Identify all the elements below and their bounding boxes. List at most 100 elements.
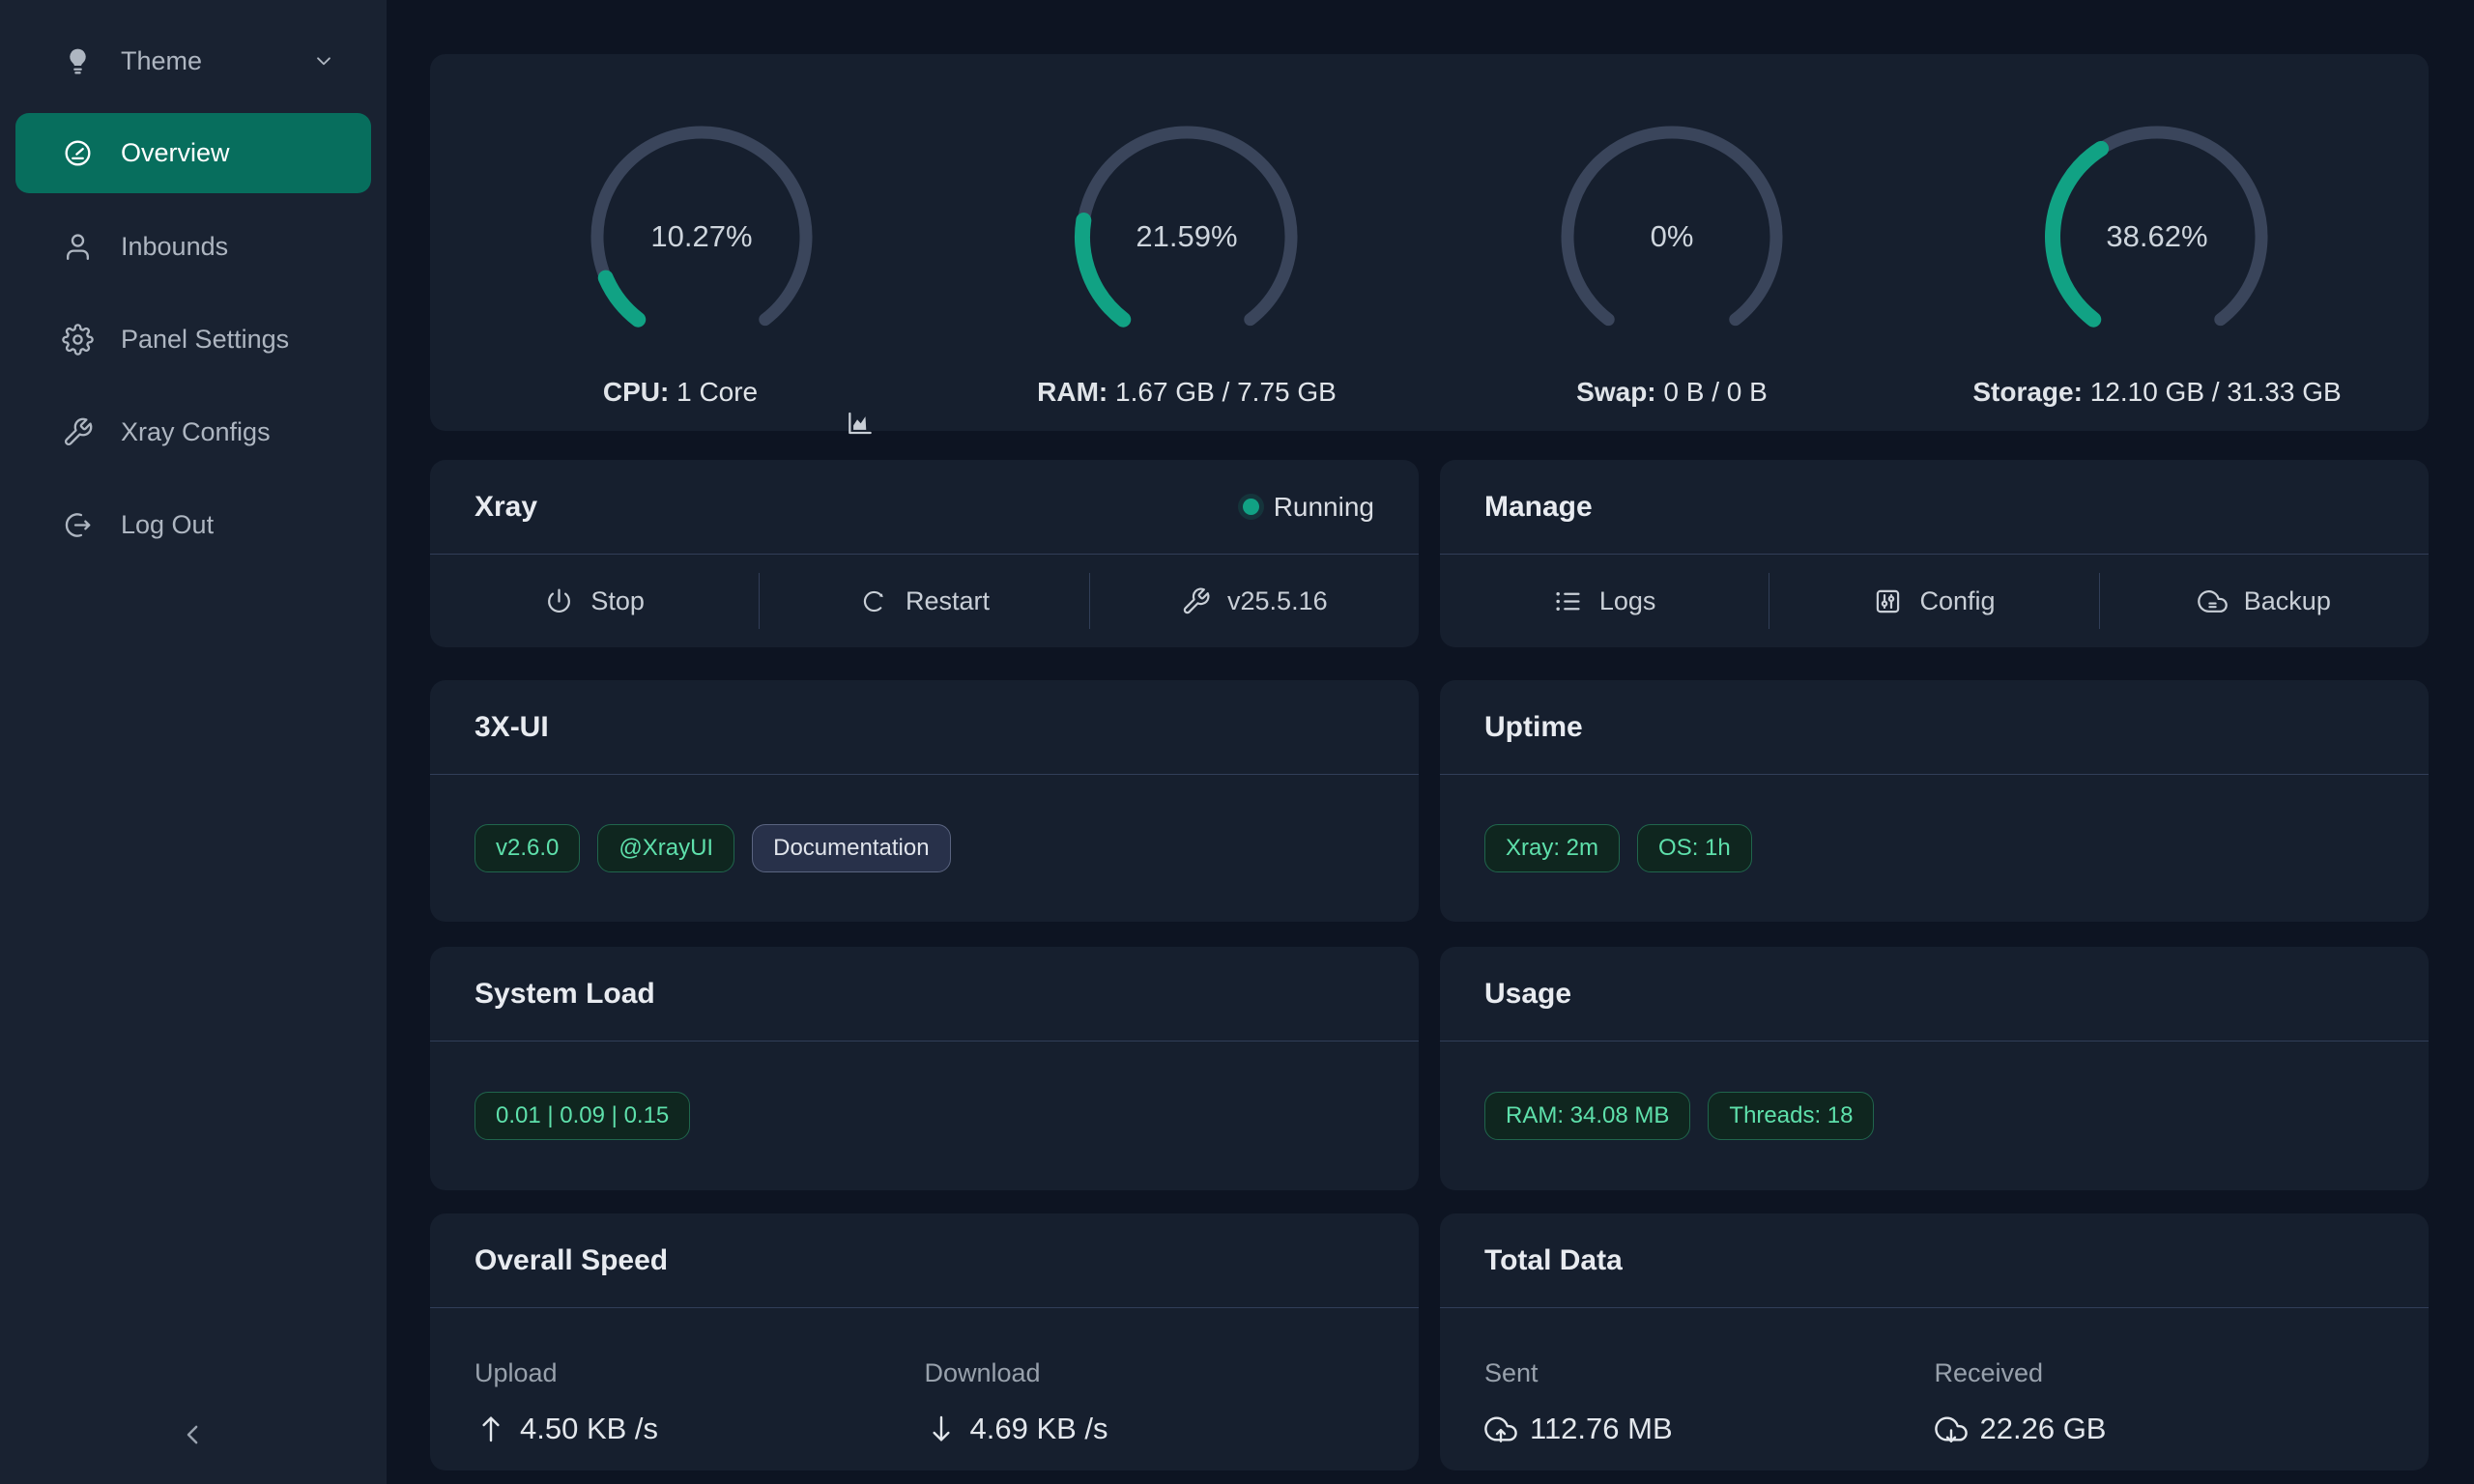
cloud-download-icon: [1935, 1413, 1968, 1445]
overall-speed-card: Overall Speed Upload 4.50 KB /s Download: [430, 1213, 1419, 1470]
xray-card-header: Xray Running: [430, 460, 1419, 555]
threads-tag: Threads: 18: [1708, 1092, 1874, 1140]
overall-speed-card-header: Overall Speed: [430, 1213, 1419, 1308]
swap-gauge-label: Swap: 0 B / 0 B: [1576, 377, 1768, 408]
card-title: System Load: [475, 978, 655, 1011]
wrench-icon: [62, 416, 94, 448]
download-speed-value: 4.69 KB /s: [925, 1412, 1375, 1446]
sidebar-item-overview[interactable]: Overview: [15, 113, 371, 193]
area-chart-icon[interactable]: [769, 377, 800, 408]
cloud-server-icon: [2198, 586, 2228, 616]
cpu-gauge-block: 10.27% CPU: 1 Core: [459, 116, 944, 408]
cpu-gauge-value: 10.27%: [581, 116, 822, 357]
manage-card: Manage Logs Config: [1440, 460, 2429, 647]
received-data-value: 22.26 GB: [1935, 1412, 2385, 1446]
card-title: Total Data: [1484, 1244, 1623, 1277]
sidebar-collapse-button[interactable]: [162, 1411, 224, 1459]
sidebar-item-label: Panel Settings: [121, 325, 289, 355]
restart-button[interactable]: Restart: [760, 555, 1088, 647]
swap-gauge-block: 0% Swap: 0 B / 0 B: [1429, 116, 1914, 408]
sidebar-item-label: Theme: [121, 46, 202, 76]
config-button[interactable]: Config: [1769, 555, 2098, 647]
swap-gauge-value: 0%: [1551, 116, 1793, 357]
xray-card: Xray Running Stop Res: [430, 460, 1419, 647]
user-icon: [62, 231, 94, 263]
sidebar: Theme Overview Inbounds Panel Settings X…: [0, 0, 387, 1484]
uptime-card-header: Uptime: [1440, 680, 2429, 775]
backup-button[interactable]: Backup: [2100, 555, 2429, 647]
sidebar-item-log-out[interactable]: Log Out: [0, 478, 387, 571]
cloud-upload-icon: [1484, 1413, 1517, 1445]
ram-gauge-value: 21.59%: [1066, 116, 1308, 357]
sidebar-item-label: Inbounds: [121, 232, 228, 262]
total-data-stats: Sent 112.76 MB Received 22.26 GB: [1440, 1308, 2429, 1470]
ram-gauge-block: 21.59% RAM: 1.67 GB / 7.75 GB: [944, 116, 1429, 408]
system-stats-card: 10.27% CPU: 1 Core 21.59% RAM: 1.67 GB /…: [430, 54, 2429, 431]
speed-stats: Upload 4.50 KB /s Download 4.69 K: [430, 1308, 1419, 1470]
xray-uptime-tag: Xray: 2m: [1484, 824, 1620, 872]
sidebar-item-inbounds[interactable]: Inbounds: [0, 200, 387, 293]
logout-icon: [62, 509, 94, 541]
arrow-down-icon: [925, 1413, 958, 1445]
gear-icon: [62, 324, 94, 356]
stat-label: Upload: [475, 1358, 925, 1388]
xui-card-header: 3X-UI: [430, 680, 1419, 775]
usage-tags: RAM: 34.08 MB Threads: 18: [1440, 1042, 2429, 1190]
storage-gauge: 38.62%: [2036, 116, 2278, 357]
upload-speed-value: 4.50 KB /s: [475, 1412, 925, 1446]
xui-card: 3X-UI v2.6.0 @XrayUI Documentation: [430, 680, 1419, 922]
sent-stat: Sent 112.76 MB: [1484, 1358, 1935, 1470]
xray-version-button[interactable]: v25.5.16: [1090, 555, 1419, 647]
card-title: 3X-UI: [475, 711, 549, 744]
documentation-tag[interactable]: Documentation: [752, 824, 950, 872]
status-label: Running: [1274, 492, 1374, 523]
upload-stat: Upload 4.50 KB /s: [475, 1358, 925, 1470]
xray-status-badge: Running: [1243, 492, 1374, 523]
system-load-card: System Load 0.01 | 0.09 | 0.15: [430, 947, 1419, 1190]
card-title: Manage: [1484, 491, 1593, 524]
total-data-card: Total Data Sent 112.76 MB Received: [1440, 1213, 2429, 1470]
sidebar-item-theme[interactable]: Theme: [0, 14, 387, 107]
swap-gauge: 0%: [1551, 116, 1793, 357]
cpu-gauge: 10.27%: [581, 116, 822, 357]
usage-card-header: Usage: [1440, 947, 2429, 1042]
xui-tags: v2.6.0 @XrayUI Documentation: [430, 775, 1419, 922]
sidebar-item-label: Overview: [121, 138, 230, 168]
stop-button[interactable]: Stop: [430, 555, 759, 647]
bulb-icon: [62, 45, 94, 77]
stat-label: Received: [1935, 1358, 2385, 1388]
storage-gauge-label: Storage: 12.10 GB / 31.33 GB: [1972, 377, 2341, 408]
sidebar-item-label: Xray Configs: [121, 417, 271, 447]
wrench-icon: [1181, 586, 1211, 616]
xray-actions: Stop Restart v25.5.16: [430, 555, 1419, 647]
cpu-gauge-label: CPU: 1 Core: [603, 377, 800, 408]
total-data-card-header: Total Data: [1440, 1213, 2429, 1308]
usage-card: Usage RAM: 34.08 MB Threads: 18: [1440, 947, 2429, 1190]
ram-usage-tag: RAM: 34.08 MB: [1484, 1092, 1690, 1140]
uptime-card: Uptime Xray: 2m OS: 1h: [1440, 680, 2429, 922]
sent-data-value: 112.76 MB: [1484, 1412, 1935, 1446]
power-icon: [544, 586, 574, 616]
load-average-tag: 0.01 | 0.09 | 0.15: [475, 1092, 690, 1140]
ram-gauge-label: RAM: 1.67 GB / 7.75 GB: [1037, 377, 1337, 408]
control-sliders-icon: [1873, 586, 1903, 616]
download-stat: Download 4.69 KB /s: [925, 1358, 1375, 1470]
card-title: Usage: [1484, 978, 1571, 1011]
arrow-up-icon: [475, 1413, 507, 1445]
sidebar-item-xray-configs[interactable]: Xray Configs: [0, 385, 387, 478]
chevron-down-icon: [311, 48, 336, 73]
manage-card-header: Manage: [1440, 460, 2429, 555]
logs-button[interactable]: Logs: [1440, 555, 1769, 647]
uptime-tags: Xray: 2m OS: 1h: [1440, 775, 2429, 922]
telegram-tag[interactable]: @XrayUI: [597, 824, 734, 872]
manage-actions: Logs Config Backup: [1440, 555, 2429, 647]
sidebar-item-label: Log Out: [121, 510, 214, 540]
card-title: Uptime: [1484, 711, 1583, 744]
version-tag[interactable]: v2.6.0: [475, 824, 580, 872]
system-load-card-header: System Load: [430, 947, 1419, 1042]
main-content: 10.27% CPU: 1 Core 21.59% RAM: 1.67 GB /…: [387, 0, 2474, 1484]
sidebar-item-panel-settings[interactable]: Panel Settings: [0, 293, 387, 385]
ram-gauge: 21.59%: [1066, 116, 1308, 357]
card-title: Xray: [475, 491, 537, 524]
dashboard-icon: [62, 137, 94, 169]
